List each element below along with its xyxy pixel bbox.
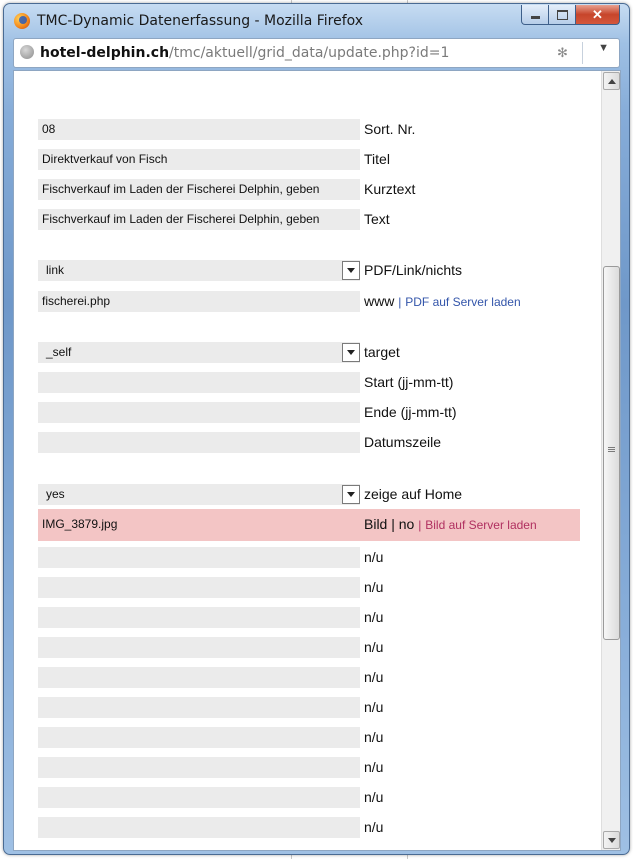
- text-label: Text: [364, 211, 390, 227]
- target-select[interactable]: _self: [38, 342, 360, 363]
- sort-nr-label: Sort. Nr.: [364, 121, 416, 137]
- select-arrow-icon[interactable]: [342, 485, 360, 504]
- pdf-link-label: PDF/Link/nichts: [364, 262, 463, 278]
- dropdown-arrow-icon[interactable]: ▼: [598, 42, 609, 54]
- zeige-home-select[interactable]: yes: [38, 484, 360, 505]
- pdf-upload-link[interactable]: PDF auf Server laden: [405, 295, 520, 309]
- target-label: target: [364, 344, 400, 360]
- extension-icon[interactable]: ✻: [557, 45, 573, 60]
- zeige-home-value: yes: [46, 487, 65, 501]
- ende-input[interactable]: [38, 402, 360, 423]
- start-input[interactable]: [38, 372, 360, 393]
- nu-label: n/u: [364, 669, 384, 685]
- www-label: www: [364, 293, 395, 309]
- scroll-up-icon: [607, 78, 616, 84]
- nu-label: n/u: [364, 699, 384, 715]
- select-arrow-icon[interactable]: [342, 261, 360, 280]
- nu-label: n/u: [364, 639, 384, 655]
- bild-label-group: Bild | no | Bild auf Server laden: [364, 514, 537, 536]
- titel-input[interactable]: Direktverkauf von Fisch: [38, 149, 360, 170]
- maximize-button[interactable]: [549, 5, 576, 25]
- www-separator: |: [398, 295, 402, 309]
- www-label-group: www | PDF auf Server laden: [364, 291, 521, 313]
- minimize-button[interactable]: [521, 5, 549, 25]
- nu-label: n/u: [364, 819, 384, 835]
- nu-input[interactable]: [38, 637, 360, 658]
- minimize-icon: [530, 16, 540, 19]
- window-title: TMC-Dynamic Datenerfassung - Mozilla Fir…: [37, 13, 364, 29]
- text-input[interactable]: Fischverkauf im Laden der Fischerei Delp…: [38, 209, 360, 230]
- nu-label: n/u: [364, 579, 384, 595]
- form-row-bild-highlighted: IMG_3879.jpg Bild | no | Bild auf Server…: [38, 509, 580, 541]
- title-bar[interactable]: TMC-Dynamic Datenerfassung - Mozilla Fir…: [4, 4, 629, 38]
- nu-input[interactable]: [38, 817, 360, 838]
- url-divider: [582, 42, 583, 64]
- bild-upload-link[interactable]: Bild auf Server laden: [425, 518, 536, 532]
- select-arrow-icon[interactable]: [342, 343, 360, 362]
- nu-input[interactable]: [38, 787, 360, 808]
- nu-label: n/u: [364, 759, 384, 775]
- titel-label: Titel: [364, 151, 390, 167]
- target-value: _self: [46, 345, 72, 359]
- url-path: /tmc/aktuell/grid_data/update.php?id=1: [169, 45, 450, 61]
- page-content: 08 Sort. Nr. Direktverkauf von Fisch Tit…: [13, 70, 621, 851]
- pdf-link-value: link: [46, 263, 65, 277]
- scrollbar-thumb[interactable]: [603, 266, 620, 640]
- browser-window: TMC-Dynamic Datenerfassung - Mozilla Fir…: [3, 3, 630, 855]
- url-bar[interactable]: hotel-delphin.ch/tmc/aktuell/grid_data/u…: [13, 38, 620, 68]
- kurztext-label: Kurztext: [364, 181, 416, 197]
- zeige-home-label: zeige auf Home: [364, 486, 463, 502]
- ende-label: Ende (jj-mm-tt): [364, 404, 457, 420]
- nu-label: n/u: [364, 789, 384, 805]
- kurztext-input[interactable]: Fischverkauf im Laden der Fischerei Delp…: [38, 179, 360, 200]
- close-icon: ✕: [592, 6, 603, 22]
- firefox-icon: [14, 13, 30, 29]
- nu-input[interactable]: [38, 727, 360, 748]
- nu-label: n/u: [364, 609, 384, 625]
- nu-label: n/u: [364, 549, 384, 565]
- grip-icon: [608, 447, 615, 448]
- nu-input[interactable]: [38, 757, 360, 778]
- nu-input[interactable]: [38, 667, 360, 688]
- nu-input[interactable]: [38, 697, 360, 718]
- site-identity-icon[interactable]: [20, 45, 34, 59]
- url-text[interactable]: hotel-delphin.ch/tmc/aktuell/grid_data/u…: [40, 45, 449, 61]
- scroll-down-button[interactable]: [603, 831, 620, 849]
- nu-label: n/u: [364, 729, 384, 745]
- close-button[interactable]: ✕: [576, 5, 620, 25]
- nu-input[interactable]: [38, 577, 360, 598]
- nu-input[interactable]: [38, 547, 360, 568]
- url-host: hotel-delphin.ch: [40, 45, 170, 61]
- start-label: Start (jj-mm-tt): [364, 374, 454, 390]
- www-input[interactable]: fischerei.php: [38, 291, 360, 312]
- vertical-scrollbar[interactable]: [601, 71, 620, 850]
- nu-input[interactable]: [38, 607, 360, 628]
- pdf-link-select[interactable]: link: [38, 260, 360, 281]
- sort-nr-input[interactable]: 08: [38, 119, 360, 140]
- datumszeile-label: Datumszeile: [364, 434, 442, 450]
- maximize-icon: [556, 9, 568, 20]
- scroll-down-icon: [607, 837, 616, 843]
- window-controls: ✕: [521, 5, 620, 25]
- bild-label: Bild | no: [364, 516, 415, 532]
- bild-input[interactable]: IMG_3879.jpg: [38, 514, 360, 535]
- scroll-up-button[interactable]: [603, 72, 620, 90]
- bild-separator: |: [418, 518, 422, 532]
- datumszeile-input[interactable]: [38, 432, 360, 453]
